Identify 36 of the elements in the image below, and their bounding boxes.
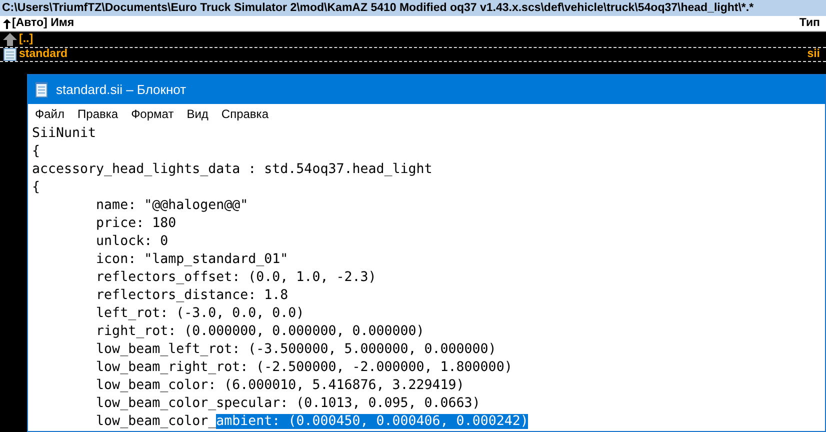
code-line: { (32, 144, 40, 159)
file-type: sii (807, 46, 820, 62)
path-bar: C:\Users\TriumfTZ\Documents\Euro Truck Simulator 2\mod\KamAZ 5410 Modified oq37 v1.43.x.scs\def\vehicle\truck\54oq37\head_light\*.* (0, 0, 826, 16)
column-header[interactable]: [Авто] Имя (12, 14, 74, 32)
file-row[interactable]: [..] (0, 32, 826, 47)
notepad-icon (35, 82, 48, 98)
up-folder-icon (3, 33, 17, 46)
code-line: { (32, 180, 40, 195)
code-line: price: 180 (95, 216, 176, 231)
code-line: right_rot: (0.000000, 0.000000, 0.000000) (95, 324, 424, 339)
code-line: reflectors_offset: (0.0, 1.0, -2.3) (95, 270, 376, 285)
code-line: low_beam_color: (6.000010, 5.416876, 3.229419) (95, 378, 464, 393)
code-line: low_beam_left_rot: (-3.500000, 5.000000, 0.000000) (95, 342, 496, 357)
window-title: standard.sii – Блокнот (56, 80, 186, 99)
menu-item[interactable]: Правка (74, 105, 122, 123)
menu-item[interactable]: Файл (32, 105, 68, 123)
menu-item[interactable]: Формат (128, 105, 177, 123)
code-line: SiiNunit (32, 126, 96, 141)
column-header[interactable]: Тип (799, 14, 820, 32)
file-row[interactable]: standard sii (0, 47, 826, 62)
code-line: low_beam_right_rot: (-2.500000, -2.000000, 1.800000) (95, 360, 512, 375)
menu-item[interactable]: Вид (184, 105, 212, 123)
code-line: unlock: 0 (95, 234, 168, 249)
file-name: [..] (19, 32, 34, 47)
file-name: standard (19, 46, 69, 62)
code-line: low_beam_color_ (95, 414, 216, 429)
code-line: left_rot: (-3.0, 0.0, 0.0) (95, 306, 304, 321)
menu-item[interactable]: Справка (218, 105, 272, 123)
selected-text: ambient: (0.000450, 0.000406, 0.000242) (216, 414, 528, 429)
code-line: reflectors_distance: 1.8 (95, 288, 288, 303)
code-line: low_beam_color_specular: (0.1013, 0.095, 0.0663) (95, 396, 480, 411)
code-line: accessory_head_lights_data : std.54oq37.head_light (32, 162, 432, 177)
code-line: icon: "lamp_standard_01" (95, 252, 288, 267)
up-arrow-icon (3, 18, 11, 28)
file-icon (3, 48, 17, 61)
code-line: name: "@@halogen@@" (95, 198, 248, 213)
